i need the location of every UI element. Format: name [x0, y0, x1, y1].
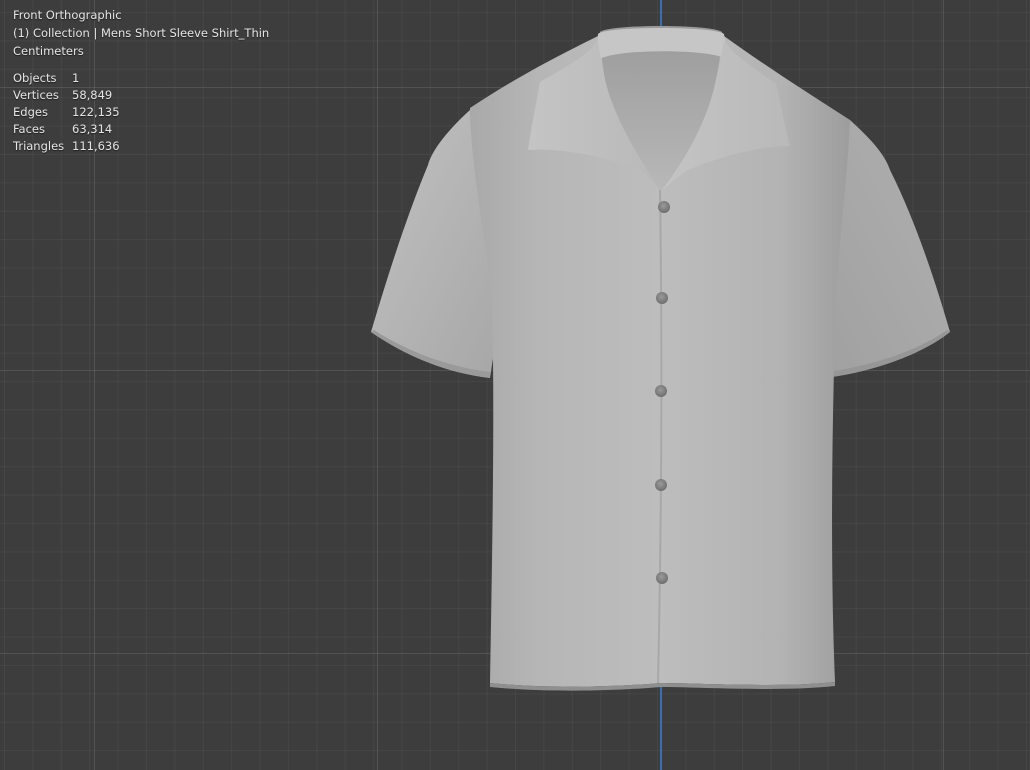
view-name: Front Orthographic	[13, 8, 122, 22]
stat-row: Edges 122,135	[13, 104, 269, 121]
button	[658, 201, 670, 213]
stat-label: Objects	[13, 71, 57, 85]
button	[655, 385, 667, 397]
stat-row: Triangles 111,636	[13, 138, 269, 155]
stat-value: 1	[72, 71, 80, 85]
stat-value: 111,636	[72, 139, 120, 153]
button	[656, 292, 668, 304]
stat-label: Faces	[13, 122, 45, 136]
stat-row: Objects 1	[13, 70, 269, 87]
stat-value: 122,135	[72, 105, 120, 119]
viewport-info-overlay: Front Orthographic (1) Collection | Mens…	[13, 6, 269, 155]
stat-label: Edges	[13, 105, 48, 119]
button	[656, 572, 668, 584]
stat-value: 63,314	[72, 122, 113, 136]
stat-row: Faces 63,314	[13, 121, 269, 138]
stat-value: 58,849	[72, 88, 113, 102]
stat-row: Vertices 58,849	[13, 87, 269, 104]
button	[655, 479, 667, 491]
3d-viewport[interactable]: Front Orthographic (1) Collection | Mens…	[0, 0, 1030, 770]
stat-label: Vertices	[13, 88, 59, 102]
collection-label: (1) Collection | Mens Short Sleeve Shirt…	[13, 26, 270, 40]
units-label: Centimeters	[13, 44, 84, 58]
stat-label: Triangles	[13, 139, 65, 153]
scene-statistics: Objects 1 Vertices 58,849 Edges 122,135 …	[13, 70, 269, 155]
